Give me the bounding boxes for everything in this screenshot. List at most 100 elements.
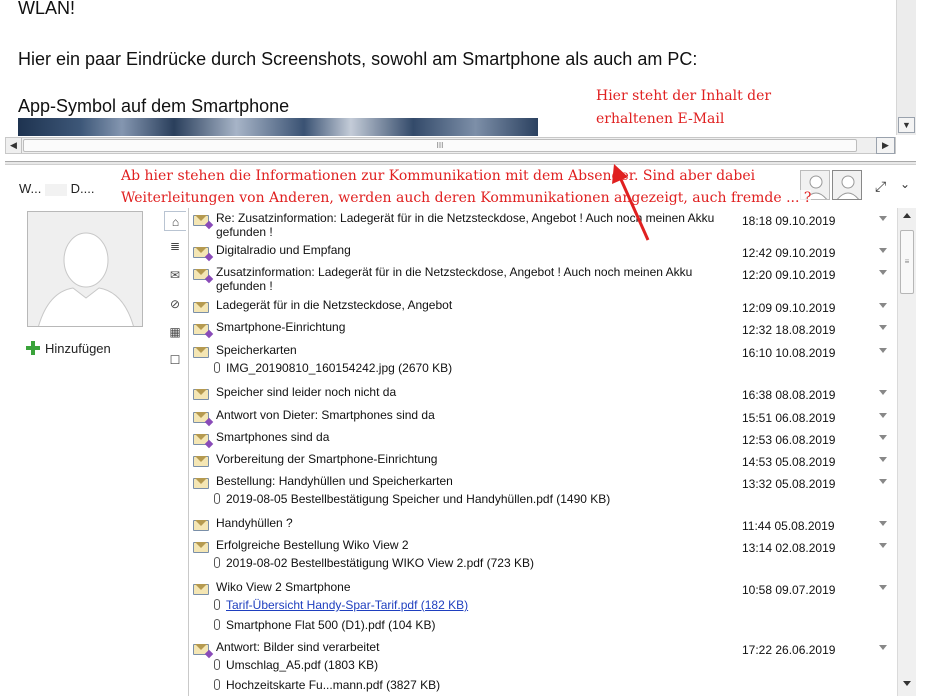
message-subject[interactable]: Ladegerät für in die Netzsteckdose, Ange… [216, 298, 736, 312]
mail-forward-icon [193, 269, 209, 280]
body-text-heading: App-Symbol auf dem Smartphone [18, 96, 290, 116]
mail-forward-icon [193, 434, 209, 445]
mail-forward-icon [193, 247, 209, 258]
attachment[interactable]: Hochzeitskarte Fu...mann.pdf (3827 KB) [214, 678, 440, 692]
message-subject[interactable]: Speicher sind leider noch nicht da [216, 385, 736, 399]
message-date: 12:42 09.10.2019 [742, 246, 836, 260]
scrollbar-thumb[interactable]: III [23, 139, 857, 152]
message-subject[interactable]: Antwort von Dieter: Smartphones sind da [216, 408, 736, 422]
embedded-image [18, 118, 538, 136]
attachment[interactable]: Smartphone Flat 500 (D1).pdf (104 KB) [214, 618, 435, 632]
message-date: 15:51 06.08.2019 [742, 411, 836, 425]
chevron-down-icon[interactable]: ⌄ [900, 177, 910, 191]
scroll-down-arrow-icon[interactable] [903, 681, 911, 686]
attachment[interactable]: IMG_20190810_160154242.jpg (2670 KB) [214, 361, 452, 375]
mail-icon [193, 542, 209, 553]
paperclip-icon [214, 679, 220, 690]
message-subject[interactable]: Zusatzinformation: Ladegerät für in die … [216, 265, 736, 293]
scrollbar-thumb[interactable]: ≡ [900, 230, 914, 294]
chevron-down-icon[interactable] [879, 216, 887, 221]
chevron-down-icon[interactable] [879, 390, 887, 395]
message-date: 13:14 02.08.2019 [742, 541, 836, 555]
message-date: 13:32 05.08.2019 [742, 477, 836, 491]
paperclip-icon[interactable]: ⊘ [164, 294, 186, 314]
chevron-down-icon[interactable] [879, 645, 887, 650]
mail-icon [193, 347, 209, 358]
paperclip-icon [214, 557, 220, 568]
mail-forward-icon [193, 324, 209, 335]
mail-icon [193, 389, 209, 400]
message-date: 12:09 09.10.2019 [742, 301, 836, 315]
chevron-down-icon[interactable] [879, 270, 887, 275]
chevron-down-icon[interactable] [879, 325, 887, 330]
pane-splitter[interactable] [5, 161, 916, 165]
message-subject[interactable]: Re: Zusatzinformation: Ladegerät für in … [216, 211, 736, 239]
attachment[interactable]: Umschlag_A5.pdf (1803 KB) [214, 658, 378, 672]
mail-forward-icon [193, 644, 209, 655]
message-subject[interactable]: Antwort: Bilder sind verarbeitet [216, 640, 736, 654]
avatar[interactable] [832, 170, 862, 200]
message-subject[interactable]: Speicherkarten [216, 343, 736, 357]
message-subject[interactable]: Digitalradio und Empfang [216, 243, 736, 257]
attachment[interactable]: 2019-08-02 Bestellbestätigung WIKO View … [214, 556, 534, 570]
notes-icon[interactable]: ≣ [164, 236, 186, 256]
calendar-icon[interactable]: ▦ [164, 322, 186, 342]
message-subject[interactable]: Vorbereitung der Smartphone-Einrichtung [216, 452, 736, 466]
scroll-up-arrow-icon[interactable] [903, 213, 911, 218]
attachment[interactable]: Tarif-Übersicht Handy-Spar-Tarif.pdf (18… [214, 598, 468, 612]
scroll-right-button[interactable]: ▶ [876, 137, 895, 154]
attachment-name: Hochzeitskarte Fu...mann.pdf (3827 KB) [226, 678, 441, 692]
message-subject[interactable]: Smartphone-Einrichtung [216, 320, 736, 334]
chevron-down-icon[interactable] [879, 413, 887, 418]
message-date: 11:44 05.08.2019 [742, 519, 835, 533]
attachment[interactable]: 2019-08-05 Bestellbestätigung Speicher u… [214, 492, 610, 506]
chevron-down-icon[interactable] [879, 521, 887, 526]
chevron-down-icon[interactable] [879, 248, 887, 253]
mail-icon[interactable]: ✉ [164, 265, 186, 285]
chevron-down-icon[interactable] [879, 303, 887, 308]
paperclip-icon [214, 619, 220, 630]
add-contact-label: Hinzufügen [45, 341, 111, 356]
horizontal-scrollbar[interactable]: ◀ III [5, 137, 896, 154]
chat-icon[interactable]: ☐ [164, 350, 186, 370]
message-date: 16:10 10.08.2019 [742, 346, 836, 360]
add-contact-button[interactable]: Hinzufügen [26, 341, 111, 356]
mail-forward-icon [193, 412, 209, 423]
reading-pane-vertical-scrollbar[interactable] [896, 0, 916, 135]
message-date: 10:58 09.07.2019 [742, 583, 836, 597]
scroll-down-button[interactable]: ▼ [898, 117, 915, 133]
message-date: 17:22 26.06.2019 [742, 643, 836, 657]
chevron-down-icon[interactable] [879, 457, 887, 462]
annotation-text: erhaltenen E-Mail [596, 111, 725, 127]
expand-icon[interactable]: ⤢ [875, 178, 886, 195]
chevron-down-icon[interactable] [879, 543, 887, 548]
mail-icon [193, 302, 209, 313]
message-subject[interactable]: Smartphones sind da [216, 430, 736, 444]
attachment-name: Umschlag_A5.pdf (1803 KB) [226, 658, 379, 672]
chevron-down-icon[interactable] [879, 348, 887, 353]
mail-forward-icon [193, 215, 209, 226]
mail-icon [193, 456, 209, 467]
chevron-down-icon[interactable] [879, 435, 887, 440]
chevron-down-icon[interactable] [879, 479, 887, 484]
list-vertical-scrollbar[interactable]: ≡ [897, 208, 916, 696]
plus-icon [26, 341, 40, 355]
message-subject[interactable]: Erfolgreiche Bestellung Wiko View 2 [216, 538, 736, 552]
message-date: 18:18 09.10.2019 [742, 214, 836, 228]
contact-name: W... D.... [19, 181, 94, 196]
reading-pane: WLAN! Hier ein paar Eindrücke durch Scre… [0, 0, 928, 155]
attachment-name: 2019-08-05 Bestellbestätigung Speicher u… [226, 492, 611, 506]
message-subject[interactable]: Wiko View 2 Smartphone [216, 580, 736, 594]
scroll-left-button[interactable]: ◀ [6, 138, 22, 153]
annotation-text: Hier steht der Inhalt der [596, 88, 772, 104]
attachment-name: Smartphone Flat 500 (D1).pdf (104 KB) [226, 618, 436, 632]
contact-first-name: W... [19, 181, 42, 196]
chevron-down-icon[interactable] [879, 585, 887, 590]
paperclip-icon [214, 659, 220, 670]
message-subject[interactable]: Handyhüllen ? [216, 516, 736, 530]
home-icon[interactable]: ⌂ [164, 211, 186, 231]
message-date: 16:38 08.08.2019 [742, 388, 836, 402]
outlook-window: WLAN! Hier ein paar Eindrücke durch Scre… [0, 0, 928, 696]
paperclip-icon [214, 362, 220, 373]
message-subject[interactable]: Bestellung: Handyhüllen und Speicherkart… [216, 474, 736, 488]
